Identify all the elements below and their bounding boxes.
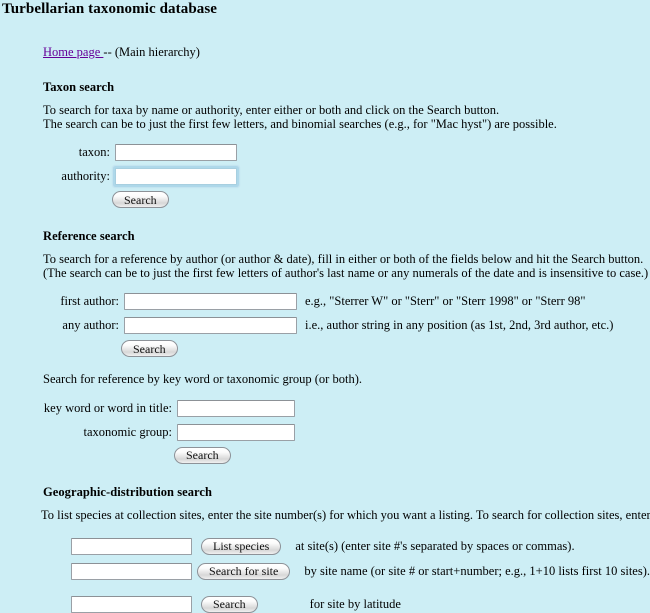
keyword-search-intro: Search for reference by key word or taxo… — [43, 357, 650, 387]
search-for-site-hint: by site name (or site # or start+number;… — [304, 563, 650, 578]
geographic-search-intro-text: To list species at collection sites, ent… — [41, 507, 650, 522]
taxon-search-button-row: Search — [43, 191, 650, 209]
taxonomic-group-input[interactable] — [177, 423, 295, 441]
latitude-input[interactable] — [71, 595, 192, 613]
taxon-search-button[interactable]: Search — [112, 191, 169, 209]
taxon-input[interactable] — [115, 144, 237, 162]
keyword-input[interactable] — [177, 399, 295, 417]
keyword-search-intro-text: Search for reference by key word or taxo… — [43, 372, 362, 387]
breadcrumb-suffix: -- (Main hierarchy) — [103, 45, 200, 59]
first-author-input[interactable] — [124, 293, 297, 311]
geographic-search-intro: To list species at collection sites, ent… — [41, 500, 650, 523]
reference-search-heading: Reference search — [43, 229, 135, 244]
search-for-site-button[interactable]: Search for site — [197, 562, 291, 580]
site-number-input[interactable] — [71, 537, 192, 555]
keyword-field-row: key word or word in title: — [43, 399, 650, 417]
list-species-button[interactable]: List species — [201, 537, 282, 555]
keyword-label: key word or word in title: — [43, 400, 172, 415]
any-author-label: any author: — [62, 318, 119, 333]
latitude-search-hint: for site by latitude — [309, 596, 401, 611]
taxon-search-intro: To search for taxa by name or authority,… — [43, 95, 650, 131]
taxon-field-row: taxon: — [43, 144, 650, 162]
reference-search-button-row: Search — [43, 340, 650, 358]
taxon-search-heading: Taxon search — [43, 80, 115, 94]
keyword-search-button[interactable]: Search — [174, 446, 231, 464]
keyword-search-button-row: Search — [43, 446, 650, 464]
reference-search-intro-line-1: To search for a reference by author (or … — [43, 252, 644, 267]
authority-input[interactable] — [115, 168, 237, 186]
first-author-hint: e.g., "Sterrer W" or "Sterr" or "Sterr 1… — [305, 294, 586, 309]
home-page-link[interactable]: Home page — [43, 45, 103, 59]
any-author-hint: i.e., author string in any position (as … — [305, 318, 614, 333]
taxon-label: taxon: — [78, 145, 110, 160]
authority-field-row: authority: — [43, 168, 650, 186]
breadcrumb: Home page -- (Main hierarchy) — [43, 18, 650, 59]
taxonomic-group-label: taxonomic group: — [83, 424, 172, 439]
page-title: Turbellarian taxonomic database — [2, 1, 218, 17]
reference-search-intro: To search for a reference by author (or … — [43, 244, 650, 280]
latitude-search-button[interactable]: Search — [201, 595, 258, 613]
first-author-field-row: first author: e.g., "Sterrer W" or "Ster… — [43, 293, 650, 311]
search-site-row: Search for site by site name (or site # … — [43, 562, 650, 580]
first-author-label: first author: — [60, 294, 119, 309]
list-species-row: List species at site(s) (enter site #'s … — [43, 537, 650, 555]
any-author-field-row: any author: i.e., author string in any p… — [43, 317, 650, 335]
site-name-input[interactable] — [71, 562, 192, 580]
any-author-input[interactable] — [124, 317, 297, 335]
reference-search-button[interactable]: Search — [121, 340, 178, 358]
taxon-search-intro-line-2: The search can be to just the first few … — [43, 116, 557, 131]
latitude-search-row: Search for site by latitude — [43, 595, 650, 613]
taxonomic-group-field-row: taxonomic group: — [43, 423, 650, 441]
reference-search-intro-line-2: (The search can be to just the first few… — [43, 265, 649, 280]
taxon-search-intro-line-1: To search for taxa by name or authority,… — [43, 103, 500, 117]
list-species-hint: at site(s) (enter site #'s separated by … — [295, 538, 575, 553]
authority-label: authority: — [61, 169, 110, 184]
geographic-search-heading: Geographic-distribution search — [43, 484, 212, 499]
